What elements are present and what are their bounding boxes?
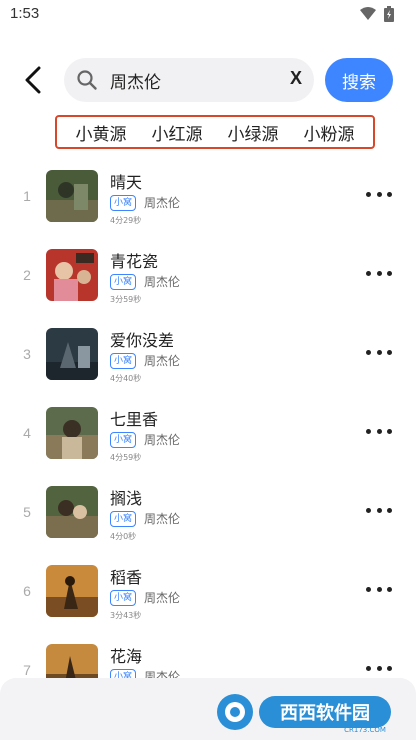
song-title: 青花瓷 [110, 252, 159, 271]
song-index: 7 [23, 662, 31, 678]
song-duration: 4分0秒 [110, 532, 137, 541]
source-badge: 小窝 [110, 273, 137, 290]
song-duration: 4分59秒 [110, 453, 142, 462]
more-dot [387, 507, 392, 513]
song-row[interactable]: 3 爱你没差 小窝 周杰伦 4分40秒 [0, 318, 416, 390]
album-cover [46, 170, 98, 222]
more-dot [387, 665, 392, 671]
song-row[interactable]: 4 七里香 小窝 周杰伦 4分59秒 [0, 397, 416, 469]
more-options-button[interactable] [366, 342, 392, 362]
song-row[interactable]: 1 晴天 小窝 周杰伦 4分29秒 [0, 160, 416, 232]
song-title: 稻香 [110, 568, 143, 587]
status-bar: 1:53 [0, 0, 416, 28]
song-meta: 小窝 周杰伦 [110, 589, 180, 606]
song-title: 搁浅 [110, 489, 143, 508]
more-dot [387, 586, 392, 592]
album-cover [46, 249, 98, 301]
status-icons [360, 6, 394, 22]
source-badge: 小窝 [110, 431, 137, 448]
search-input[interactable]: 周杰伦 X [64, 58, 314, 102]
source-tab-green[interactable]: 小绿源 [228, 120, 279, 145]
more-dot [376, 428, 382, 434]
more-options-button[interactable] [366, 579, 392, 599]
svg-text:西西软件园: 西西软件园 [280, 702, 370, 724]
source-badge: 小窝 [110, 352, 137, 369]
back-arrow-icon [25, 66, 41, 94]
more-options-button[interactable] [366, 184, 392, 204]
back-button[interactable] [18, 62, 48, 98]
search-query[interactable]: 周杰伦 [110, 68, 161, 93]
more-dot [366, 665, 371, 671]
album-cover [46, 328, 98, 380]
more-dot [366, 586, 371, 592]
more-dot [387, 191, 392, 197]
song-meta: 小窝 周杰伦 [110, 194, 180, 211]
song-duration: 3分43秒 [110, 611, 142, 620]
source-badge: 小窝 [110, 589, 137, 606]
search-icon [77, 70, 97, 90]
song-index: 2 [23, 267, 31, 283]
song-index: 6 [23, 583, 31, 599]
song-artist: 周杰伦 [144, 196, 181, 210]
album-cover [46, 486, 98, 538]
more-dot [387, 349, 392, 355]
more-dot [376, 665, 382, 671]
song-index: 5 [23, 504, 31, 520]
song-row[interactable]: 2 青花瓷 小窝 周杰伦 3分59秒 [0, 239, 416, 311]
more-dot [376, 507, 382, 513]
album-cover [46, 565, 98, 617]
more-dot [366, 428, 371, 434]
source-badge: 小窝 [110, 510, 137, 527]
song-artist: 周杰伦 [144, 433, 181, 447]
more-dot [366, 507, 371, 513]
song-artist: 周杰伦 [144, 512, 181, 526]
more-dot [387, 270, 392, 276]
battery-icon [384, 6, 394, 22]
song-meta: 小窝 周杰伦 [110, 273, 180, 290]
song-title: 花海 [110, 647, 143, 666]
watermark-logo: 西西软件园 CR173.COM [217, 694, 391, 734]
song-title: 七里香 [110, 410, 159, 429]
source-tab-red[interactable]: 小红源 [152, 120, 203, 145]
source-badge: 小窝 [110, 194, 137, 211]
song-row[interactable]: 5 搁浅 小窝 周杰伦 4分0秒 [0, 476, 416, 548]
source-selector: 小黄源 小红源 小绿源 小粉源 [55, 115, 375, 149]
song-artist: 周杰伦 [144, 591, 181, 605]
wifi-icon [360, 7, 376, 20]
more-dot [366, 270, 371, 276]
song-index: 1 [23, 188, 31, 204]
song-row[interactable]: 6 稻香 小窝 周杰伦 3分43秒 [0, 555, 416, 627]
more-options-button[interactable] [366, 263, 392, 283]
status-time: 1:53 [10, 5, 40, 22]
album-cover [46, 407, 98, 459]
more-dot [387, 428, 392, 434]
song-title: 晴天 [110, 173, 143, 192]
svg-text:CR173.COM: CR173.COM [344, 726, 386, 734]
source-tab-yellow[interactable]: 小黄源 [76, 120, 127, 145]
song-index: 3 [23, 346, 31, 362]
search-button[interactable]: 搜索 [325, 58, 393, 102]
more-dot [366, 191, 371, 197]
more-dot [376, 191, 382, 197]
more-dot [366, 349, 371, 355]
song-artist: 周杰伦 [144, 275, 181, 289]
song-title: 爱你没差 [110, 331, 175, 350]
song-meta: 小窝 周杰伦 [110, 510, 180, 527]
song-duration: 3分59秒 [110, 295, 142, 304]
clear-search-button[interactable]: X [290, 68, 302, 89]
more-options-button[interactable] [366, 658, 392, 678]
song-duration: 4分29秒 [110, 216, 142, 225]
more-dot [376, 349, 382, 355]
song-artist: 周杰伦 [144, 354, 181, 368]
source-tab-pink[interactable]: 小粉源 [304, 120, 355, 145]
more-options-button[interactable] [366, 500, 392, 520]
more-dot [376, 270, 382, 276]
song-meta: 小窝 周杰伦 [110, 431, 180, 448]
more-options-button[interactable] [366, 421, 392, 441]
song-meta: 小窝 周杰伦 [110, 352, 180, 369]
song-index: 4 [23, 425, 31, 441]
more-dot [376, 586, 382, 592]
song-duration: 4分40秒 [110, 374, 142, 383]
